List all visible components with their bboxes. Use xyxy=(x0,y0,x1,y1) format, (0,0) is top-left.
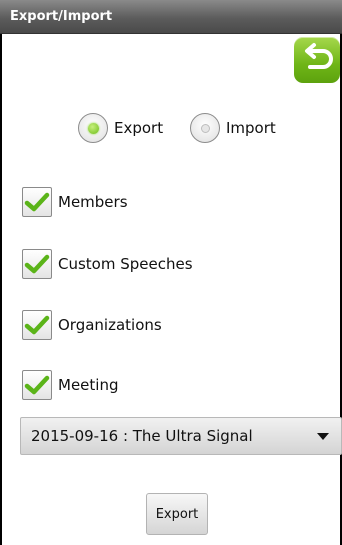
checkmark-icon xyxy=(24,375,50,395)
window-title: Export/Import xyxy=(0,0,342,34)
back-arrow-icon xyxy=(305,43,333,69)
export-radio[interactable]: Export xyxy=(78,112,163,144)
content-area: Export Import Members Custom Speeches Or… xyxy=(2,34,342,545)
members-checkbox[interactable] xyxy=(22,187,52,217)
meeting-label: Meeting xyxy=(58,376,119,394)
meeting-select[interactable]: 2015-09-16 : The Ultra Signal xyxy=(20,417,342,455)
dropdown-arrow-icon xyxy=(317,433,329,440)
checkmark-icon xyxy=(24,192,50,212)
checkbox-custom-speeches[interactable]: Custom Speeches xyxy=(22,248,193,280)
export-radio-label: Export xyxy=(114,119,164,137)
meeting-select-value: 2015-09-16 : The Ultra Signal xyxy=(31,427,253,445)
checkbox-members[interactable]: Members xyxy=(22,186,128,218)
import-radio-button[interactable] xyxy=(190,113,220,143)
organizations-checkbox[interactable] xyxy=(22,310,52,340)
custom-speeches-label: Custom Speeches xyxy=(58,255,193,273)
radio-unselected-dot xyxy=(200,123,210,133)
organizations-label: Organizations xyxy=(58,316,162,334)
members-label: Members xyxy=(58,193,128,211)
radio-selected-dot xyxy=(87,122,99,134)
custom-speeches-checkbox[interactable] xyxy=(22,249,52,279)
checkmark-icon xyxy=(24,315,50,335)
back-button[interactable] xyxy=(294,37,340,83)
checkbox-organizations[interactable]: Organizations xyxy=(22,309,162,341)
export-button[interactable]: Export xyxy=(146,493,208,535)
import-radio[interactable]: Import xyxy=(190,112,276,144)
checkmark-icon xyxy=(24,254,50,274)
export-radio-button[interactable] xyxy=(78,113,108,143)
app-window: Export/Import Export Import Members Cust… xyxy=(0,0,342,545)
meeting-checkbox[interactable] xyxy=(22,370,52,400)
checkbox-meeting[interactable]: Meeting xyxy=(22,369,118,401)
import-radio-label: Import xyxy=(226,119,276,137)
